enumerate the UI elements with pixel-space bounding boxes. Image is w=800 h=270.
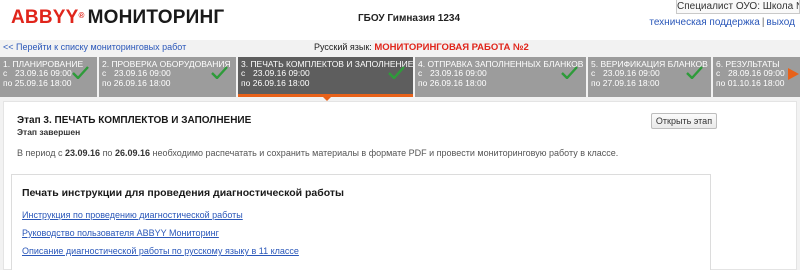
user-guide-link[interactable]: Руководство пользователя ABBYY Мониторин… [22, 228, 219, 238]
work-description-link[interactable]: Описание диагностической работы по русск… [22, 246, 299, 256]
app-header: ABBYY® МОНИТОРИНГ ГБОУ Гимназия 1234 Спец… [0, 0, 800, 40]
subject-label: Русский язык: [314, 42, 372, 52]
back-to-list-link[interactable]: << Перейти к списку мониторинговых работ [3, 42, 186, 52]
check-icon [388, 66, 405, 79]
step-planning[interactable]: 1. ПЛАНИРОВАНИЕ с 23.09.16 09:00 по 25.09… [0, 57, 97, 97]
top-links: техническая поддержка | выход [649, 17, 795, 28]
print-instructions-box: Печать инструкции для проведения диагнос… [11, 174, 711, 270]
step-to: 26.09.16 18:00 [252, 77, 310, 88]
step-to: 27.09.16 18:00 [602, 77, 660, 88]
step-sending-forms[interactable]: 4. ОТПРАВКА ЗАПОЛНЕННЫХ БЛАНКОВ с 23.09.1… [415, 57, 586, 97]
step-from: 28.09.16 09:00 [728, 68, 785, 78]
scroll-right-arrow-icon[interactable] [786, 67, 800, 81]
check-icon [686, 66, 703, 79]
check-icon [211, 66, 228, 79]
link-separator: | [761, 17, 765, 28]
logo-product: МОНИТОРИНГ [87, 7, 225, 28]
step-from: 23.09.16 09:00 [253, 68, 310, 78]
step-printing[interactable]: 3. ПЕЧАТЬ КОМПЛЕКТОВ И ЗАПОЛНЕНИЕ с 23.09… [238, 57, 413, 97]
print-section-title: Печать инструкции для проведения диагнос… [22, 187, 344, 199]
organization-name: ГБОУ Гимназия 1234 [358, 13, 461, 24]
step-verification[interactable]: 5. ВЕРИФИКАЦИЯ БЛАНКОВ с 23.09.16 09:00 п… [588, 57, 711, 97]
work-name: МОНИТОРИНГОВАЯ РАБОТА №2 [374, 42, 529, 53]
check-icon [561, 66, 578, 79]
registered-mark: ® [78, 11, 85, 20]
step-from: 23.09.16 09:00 [114, 68, 171, 78]
current-user: Специалист ОУО: Школа №1 [676, 0, 800, 14]
work-context: Русский язык: МОНИТОРИНГОВАЯ РАБОТА №2 [314, 42, 529, 53]
stage-status: Этап завершен [17, 127, 81, 137]
logo-brand: ABBYY [11, 7, 79, 28]
period-to: 26.09.16 [114, 148, 151, 158]
step-to: 25.09.16 18:00 [14, 77, 72, 88]
step-to: 26.09.16 18:00 [429, 77, 487, 88]
stage-steps: 1. ПЛАНИРОВАНИЕ с 23.09.16 09:00 по 25.09… [0, 57, 800, 97]
stage-title: Этап 3. ПЕЧАТЬ КОМПЛЕКТОВ И ЗАПОЛНЕНИЕ [17, 115, 252, 126]
check-icon [72, 66, 89, 79]
step-from: 23.09.16 09:00 [603, 68, 660, 78]
period-from: 23.09.16 [65, 148, 101, 158]
step-equipment-check[interactable]: 2. ПРОВЕРКА ОБОРУДОВАНИЯ с 23.09.16 09:00… [99, 57, 236, 97]
open-stage-button[interactable]: Открыть этап [651, 113, 717, 129]
step-from: 23.09.16 09:00 [15, 68, 72, 78]
logout-link[interactable]: выход [766, 17, 795, 28]
support-link[interactable]: техническая поддержка [649, 17, 759, 28]
app-logo: ABBYY® МОНИТОРИНГ [11, 8, 224, 28]
step-to: 26.09.16 18:00 [113, 77, 171, 88]
context-bar: << Перейти к списку мониторинговых работ… [0, 40, 800, 55]
step-to: 01.10.16 18:00 [727, 77, 785, 88]
stage-period-text: В период с 23.09.16 по 26.09.16 необходи… [17, 148, 619, 158]
instruction-link[interactable]: Инструкция по проведению диагностической… [22, 210, 243, 220]
stage-panel: Этап 3. ПЕЧАТЬ КОМПЛЕКТОВ И ЗАПОЛНЕНИЕ Э… [3, 101, 797, 270]
step-from: 23.09.16 09:00 [430, 68, 487, 78]
